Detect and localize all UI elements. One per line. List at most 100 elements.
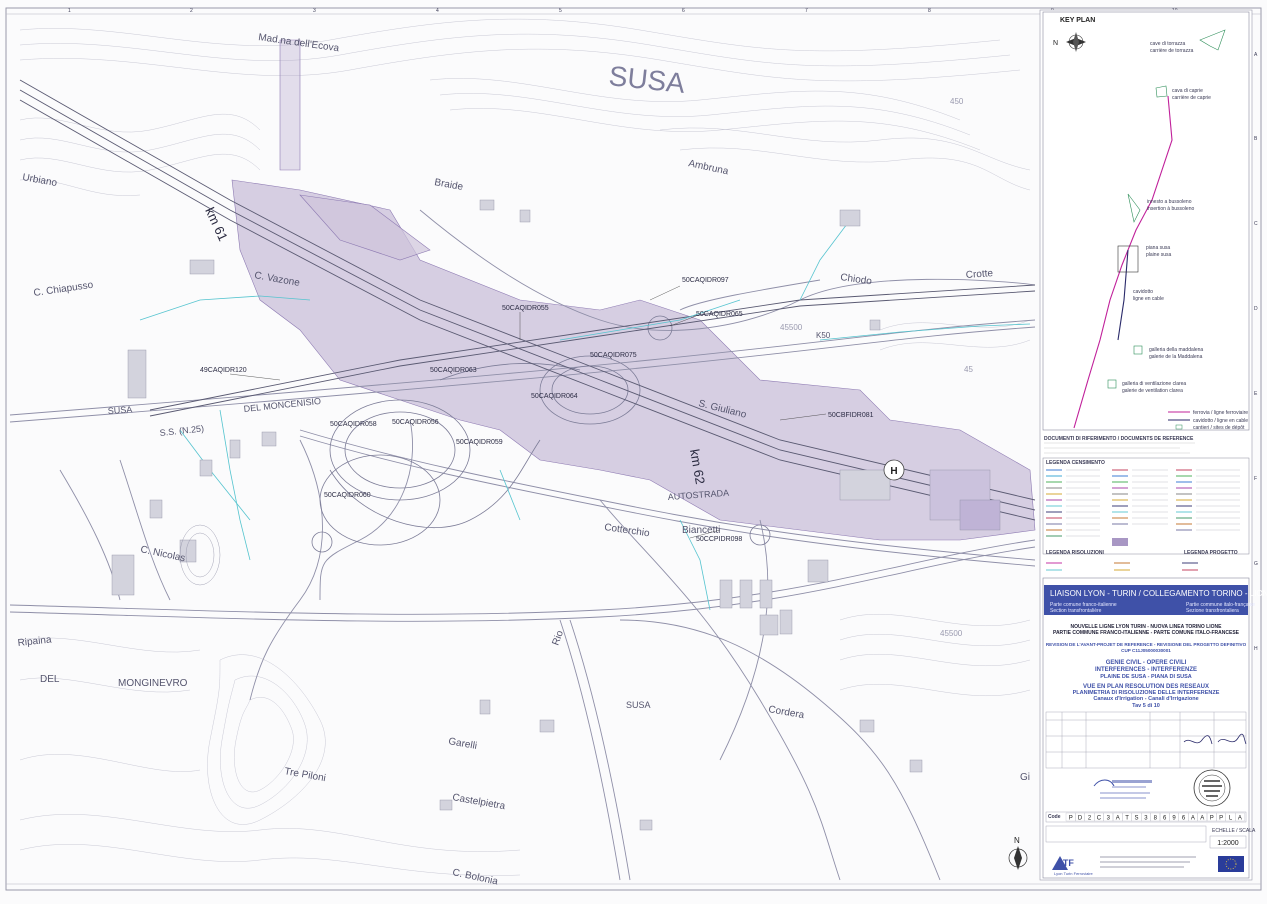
code-char: P xyxy=(1219,816,1223,822)
kp-maddalena-fr: galerie de la Maddalena xyxy=(1149,354,1203,360)
label-monginevro: MONGINEVRO xyxy=(118,678,188,689)
kp-torrazza-fr: carrière de torrazza xyxy=(1150,48,1194,54)
code-120: 49CAQIDR120 xyxy=(200,367,247,374)
references-heading: DOCUMENTI DI RIFERIMENTO / DOCUMENTS DE … xyxy=(1044,436,1194,442)
key-plan-title: KEY PLAN xyxy=(1060,17,1095,24)
ltf-logo-text: LTF xyxy=(1058,858,1074,868)
label-castelpietra: Castelpietra xyxy=(451,792,506,812)
label-ambruna: Ambruna xyxy=(687,158,729,177)
callout-059: 50CAQIDR059 xyxy=(456,439,503,446)
callout-064: 50CAQIDR064 xyxy=(531,393,578,400)
code-char: A xyxy=(1238,816,1242,822)
callout-060: 50CAQIDR060 xyxy=(324,492,371,499)
grid-number: 4 xyxy=(436,8,439,14)
tb-tav: Tav 5 di 10 xyxy=(1132,703,1160,709)
kp-legend-cavidotto: cavidotto / ligne en cable xyxy=(1193,418,1248,424)
kp-caprie-fr: carrière de caprie xyxy=(1172,95,1211,101)
kp-torrazza-it: cave di torrazza xyxy=(1150,41,1186,47)
map-north-label: N xyxy=(1014,836,1020,845)
label-crotte: Crotte xyxy=(965,268,993,281)
code-char: A xyxy=(1116,816,1120,822)
grid-number: 5 xyxy=(559,8,562,14)
ltf-logo-sub: Lyon Turin Ferroviaire xyxy=(1054,871,1094,876)
grid-letter: B xyxy=(1254,136,1258,142)
compass-north-label: N xyxy=(1053,40,1058,47)
title-band-right-2: Sezione transfrontaliera xyxy=(1186,608,1239,614)
tb-revision: REVISION DE L'AVANT-PROJET DE REFERENCE … xyxy=(1046,642,1247,647)
label-ss25: S.S. (N.25) xyxy=(159,423,204,438)
code-064: 50CAQIDR064 xyxy=(531,393,578,400)
title-block: LIAISON LYON - TURIN / COLLEGAMENTO TORI… xyxy=(1042,577,1267,879)
code-char: T xyxy=(1125,816,1129,822)
code-056: 50CAQIDR056 xyxy=(392,419,439,426)
label-c-chiapusso: C. Chiapusso xyxy=(33,280,94,299)
scale-label: ECHELLE / SCALA xyxy=(1212,828,1256,834)
heliport-label: H xyxy=(890,466,897,477)
legenda-risoluzioni: LEGENDA RISOLUZIONI xyxy=(1046,550,1104,556)
kp-innesto-it: innesto a bussoleno xyxy=(1147,199,1192,205)
label-contour-1: 450 xyxy=(950,97,964,106)
label-c-bolonia: C. Bolonia xyxy=(451,867,499,887)
callout-120: 49CAQIDR120 xyxy=(200,367,281,381)
code-081: 50CBFIDR081 xyxy=(828,412,874,419)
code-060: 50CAQIDR060 xyxy=(324,492,371,499)
grid-letter: C xyxy=(1254,221,1258,227)
grid-letter: G xyxy=(1254,561,1258,567)
label-del-moncenisio: DEL MONCENISIO xyxy=(243,396,321,414)
grid-number: 2 xyxy=(190,8,193,14)
code-055: 50CAQIDR055 xyxy=(502,305,549,312)
tb-genie: GENIE CIVIL - OPERE CIVILI xyxy=(1106,660,1187,666)
grid-side-letters: A B C D E F G H xyxy=(1254,52,1258,652)
grid-number: 1 xyxy=(68,8,71,14)
grid-letter: E xyxy=(1254,391,1258,397)
callout-075: 50CAQIDR075 xyxy=(590,352,637,359)
label-contour-3: 45500 xyxy=(940,629,963,638)
grid-number: 6 xyxy=(682,8,685,14)
tb-line-2: PARTIE COMMUNE FRANCO-ITALIENNE - PARTE … xyxy=(1053,630,1240,636)
project-footprint xyxy=(231,39,1036,541)
kp-legend-cantieri: cantieri / sites de dépôt xyxy=(1193,425,1245,431)
code-char: S xyxy=(1134,816,1138,822)
label-c-nicolas: C. Nicolas xyxy=(139,544,186,564)
label-gi: Gi xyxy=(1020,772,1030,783)
code-059: 50CAQIDR059 xyxy=(456,439,503,446)
map-sheet: 1 2 3 4 5 6 7 8 9 10 A B C D E F G H xyxy=(0,0,1267,904)
kp-maddalena-it: galleria della maddalena xyxy=(1149,347,1203,353)
callout-097: 50CAQIDR097 xyxy=(649,277,729,301)
label-contour-4: 45500 xyxy=(780,323,803,332)
tb-interferences: INTERFERENCES - INTERFERENZE xyxy=(1095,667,1197,673)
kp-cavidotto-fr: ligne en cable xyxy=(1133,296,1164,302)
code-098: 50CCPIDR098 xyxy=(696,536,742,543)
kp-legend-ferrovia: ferrovia / ligne ferroviaire xyxy=(1193,410,1248,416)
kp-cavidotto-it: cavidotto xyxy=(1133,289,1153,295)
label-km61: km 61 xyxy=(202,205,231,243)
tb-cup: CUP C11J05000030001 xyxy=(1121,648,1171,653)
map-canvas: 1 2 3 4 5 6 7 8 9 10 A B C D E F G H xyxy=(5,7,1267,891)
kp-caprie-it: cava di caprie xyxy=(1172,88,1203,94)
label-contour-2: 45 xyxy=(964,365,973,374)
kp-innesto-fr: insertion à bussoleno xyxy=(1147,206,1194,212)
code-058: 50CAQIDR058 xyxy=(330,421,377,428)
grid-number: 8 xyxy=(928,8,931,14)
right-panel: KEY PLAN N cave di torrazza carrière de … xyxy=(1039,9,1267,881)
kp-clarea-fr: galerie de ventilation clarea xyxy=(1122,388,1183,394)
grid-letter: A xyxy=(1254,52,1258,58)
kp-piana-fr: plaine susa xyxy=(1146,252,1172,258)
scale-value: 1:2000 xyxy=(1217,840,1239,847)
tb-plaine: PLAINE DE SUSA - PIANA DI SUSA xyxy=(1100,674,1192,680)
heliport: H xyxy=(883,459,905,481)
kp-clarea-it: galleria di ventilazione clarea xyxy=(1122,381,1186,387)
code-char: P xyxy=(1069,816,1073,822)
callout-058: 50CAQIDR058 xyxy=(330,421,377,428)
label-braide: Braide xyxy=(433,177,464,193)
map-area: H SUSA Mad.na dell'Ecova Urbiano Braide … xyxy=(9,18,1036,888)
tb-canaux: Canaux d'Irrigation - Canali d'Irrigazio… xyxy=(1093,696,1198,702)
code-char: A xyxy=(1191,816,1195,822)
label-susa-2: SUSA xyxy=(626,700,651,710)
code-char: A xyxy=(1200,816,1204,822)
kp-piana-it: piana susa xyxy=(1146,245,1170,251)
eu-flag xyxy=(1218,856,1244,872)
code-075: 50CAQIDR075 xyxy=(590,352,637,359)
label-del: DEL xyxy=(40,674,60,685)
label-chiodo: Chiodo xyxy=(840,272,873,287)
